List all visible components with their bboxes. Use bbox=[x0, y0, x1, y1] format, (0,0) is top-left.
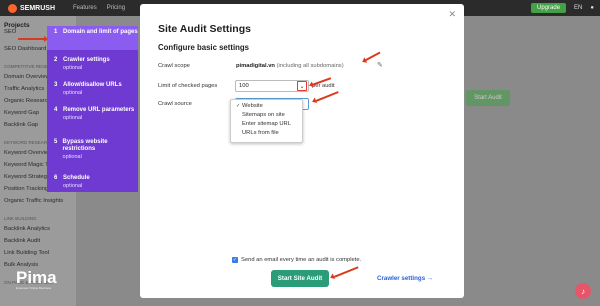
option-label: Enter sitemap URL bbox=[242, 121, 291, 127]
chevron-down-icon[interactable]: ⌄ bbox=[297, 81, 307, 91]
pima-logo: Pima bbox=[16, 268, 57, 287]
top-nav: Features Pricing bbox=[73, 5, 125, 11]
start-site-audit-button[interactable]: Start Site Audit bbox=[271, 270, 329, 287]
step-number: 4 bbox=[54, 107, 58, 113]
step-text: Allow/disallow URLs optional bbox=[63, 82, 122, 101]
step-optional-label: optional bbox=[63, 90, 83, 96]
pima-tagline: Empower Online Business bbox=[16, 286, 52, 290]
step-title: Remove URL parameters bbox=[63, 107, 135, 113]
language-selector[interactable]: EN bbox=[574, 5, 582, 11]
step-item-6[interactable]: 6 Schedule optional bbox=[47, 172, 138, 192]
sidebar-item[interactable]: Backlink Audit bbox=[4, 238, 40, 244]
step-number: 5 bbox=[54, 139, 58, 145]
sidebar-section-label: LINK BUILDING bbox=[4, 216, 37, 221]
step-optional-label: optional bbox=[62, 154, 82, 160]
crawl-source-option[interactable]: URLs from file bbox=[236, 130, 279, 136]
crawl-scope-note: (including all subdomains) bbox=[276, 63, 344, 69]
step-optional-label: optional bbox=[63, 65, 83, 71]
step-optional-label: optional bbox=[63, 183, 83, 189]
site-audit-settings-modal: ✕ Site Audit Settings Configure basic se… bbox=[140, 4, 464, 298]
close-icon[interactable]: ✕ bbox=[448, 10, 456, 19]
annotation-arrowhead-step1 bbox=[44, 36, 48, 42]
sidebar-item[interactable]: Backlink Gap bbox=[4, 122, 38, 128]
step-text: Schedule optional bbox=[63, 175, 90, 192]
crawl-scope-domain: pimadigital.vn bbox=[236, 63, 275, 69]
settings-steps-panel: 1 Domain and limit of pages 2 Crawler setti… bbox=[47, 26, 138, 192]
step-item-1[interactable]: 1 Domain and limit of pages bbox=[47, 26, 138, 50]
step-title: Domain and limit of pages bbox=[63, 29, 138, 35]
crawl-scope-label: Crawl scope bbox=[158, 63, 190, 69]
sidebar-item[interactable]: Organic Traffic Insights bbox=[4, 198, 63, 204]
limit-label: Limit of checked pages bbox=[158, 83, 218, 89]
crawler-settings-link[interactable]: Crawler settings → bbox=[377, 275, 433, 282]
sidebar-item[interactable]: SEO Dashboard bbox=[4, 46, 46, 52]
upgrade-button[interactable]: Upgrade bbox=[531, 3, 567, 13]
option-label: URLs from file bbox=[242, 130, 279, 136]
crawl-source-label: Crawl source bbox=[158, 101, 192, 107]
crawl-source-dropdown: ✓ Website Sitemaps on site Enter sitemap UR… bbox=[230, 99, 303, 143]
step-optional-label: optional bbox=[63, 115, 83, 121]
crawler-settings-label: Crawler settings bbox=[377, 275, 426, 282]
email-notification-row: ✓ Send an email every time an audit is c… bbox=[232, 257, 361, 263]
step-text: Crawler settings optional bbox=[63, 57, 110, 76]
option-label: Website bbox=[242, 103, 263, 109]
help-fab-icon[interactable]: ♪ bbox=[575, 283, 591, 299]
semrush-logo[interactable]: SEMRUSH bbox=[8, 3, 55, 13]
sidebar-item[interactable]: Organic Research bbox=[4, 98, 51, 104]
sidebar-item[interactable]: Keyword Overview bbox=[4, 150, 52, 156]
sidebar-item[interactable]: SEO bbox=[4, 29, 16, 35]
crawl-source-option[interactable]: ✓ Website bbox=[236, 103, 263, 109]
option-label: Sitemaps on site bbox=[242, 112, 285, 118]
email-checkbox[interactable]: ✓ bbox=[232, 257, 238, 263]
step-text: Bypass website restrictions optional bbox=[63, 139, 138, 164]
step-number: 6 bbox=[54, 175, 58, 181]
email-checkbox-label: Send an email every time an audit is com… bbox=[241, 257, 362, 263]
modal-title: Site Audit Settings bbox=[158, 23, 251, 35]
sidebar-item[interactable]: Position Tracking bbox=[4, 186, 48, 192]
top-right: Upgrade EN ● bbox=[531, 3, 594, 13]
step-number: 3 bbox=[54, 82, 58, 88]
step-item-4[interactable]: 4 Remove URL parameters optional bbox=[47, 104, 138, 132]
sidebar-item[interactable]: Keyword Gap bbox=[4, 110, 39, 116]
step-title: Bypass website restrictions bbox=[62, 139, 108, 152]
step-item-2[interactable]: 2 Crawler settings optional bbox=[47, 54, 138, 76]
nav-pricing[interactable]: Pricing bbox=[107, 5, 125, 11]
sidebar-item[interactable]: Backlink Analytics bbox=[4, 226, 50, 232]
step-text: Remove URL parameters optional bbox=[63, 107, 134, 132]
step-text: Domain and limit of pages bbox=[63, 29, 138, 50]
projects-label[interactable]: Projects bbox=[4, 22, 30, 29]
step-number: 2 bbox=[54, 57, 58, 63]
start-audit-background-button: Start Audit bbox=[466, 90, 510, 106]
pima-watermark: Pima Empower Online Business bbox=[16, 268, 57, 290]
user-icon[interactable]: ● bbox=[590, 5, 594, 11]
arrow-right-icon: → bbox=[426, 275, 434, 282]
pencil-icon[interactable]: ✎ bbox=[377, 62, 385, 70]
crawl-scope-value: pimadigital.vn (including all subdomains… bbox=[236, 63, 344, 69]
annotation-arrow-step1 bbox=[18, 38, 46, 40]
step-title: Crawler settings bbox=[63, 57, 110, 63]
step-item-5[interactable]: 5 Bypass website restrictions optional bbox=[47, 136, 138, 164]
sidebar-item[interactable]: Domain Overview bbox=[4, 74, 50, 80]
step-item-3[interactable]: 3 Allow/disallow URLs optional bbox=[47, 79, 138, 101]
step-number: 1 bbox=[54, 29, 58, 35]
step-title: Schedule bbox=[63, 175, 90, 181]
sidebar-item[interactable]: Link Building Tool bbox=[4, 250, 49, 256]
crawl-source-option[interactable]: Sitemaps on site bbox=[236, 112, 285, 118]
modal-subtitle: Configure basic settings bbox=[158, 43, 249, 52]
crawl-source-option[interactable]: Enter sitemap URL bbox=[236, 121, 291, 127]
sidebar-item[interactable]: Traffic Analytics bbox=[4, 86, 44, 92]
nav-features[interactable]: Features bbox=[73, 5, 97, 11]
semrush-logo-icon bbox=[8, 3, 17, 13]
step-title: Allow/disallow URLs bbox=[63, 82, 122, 88]
